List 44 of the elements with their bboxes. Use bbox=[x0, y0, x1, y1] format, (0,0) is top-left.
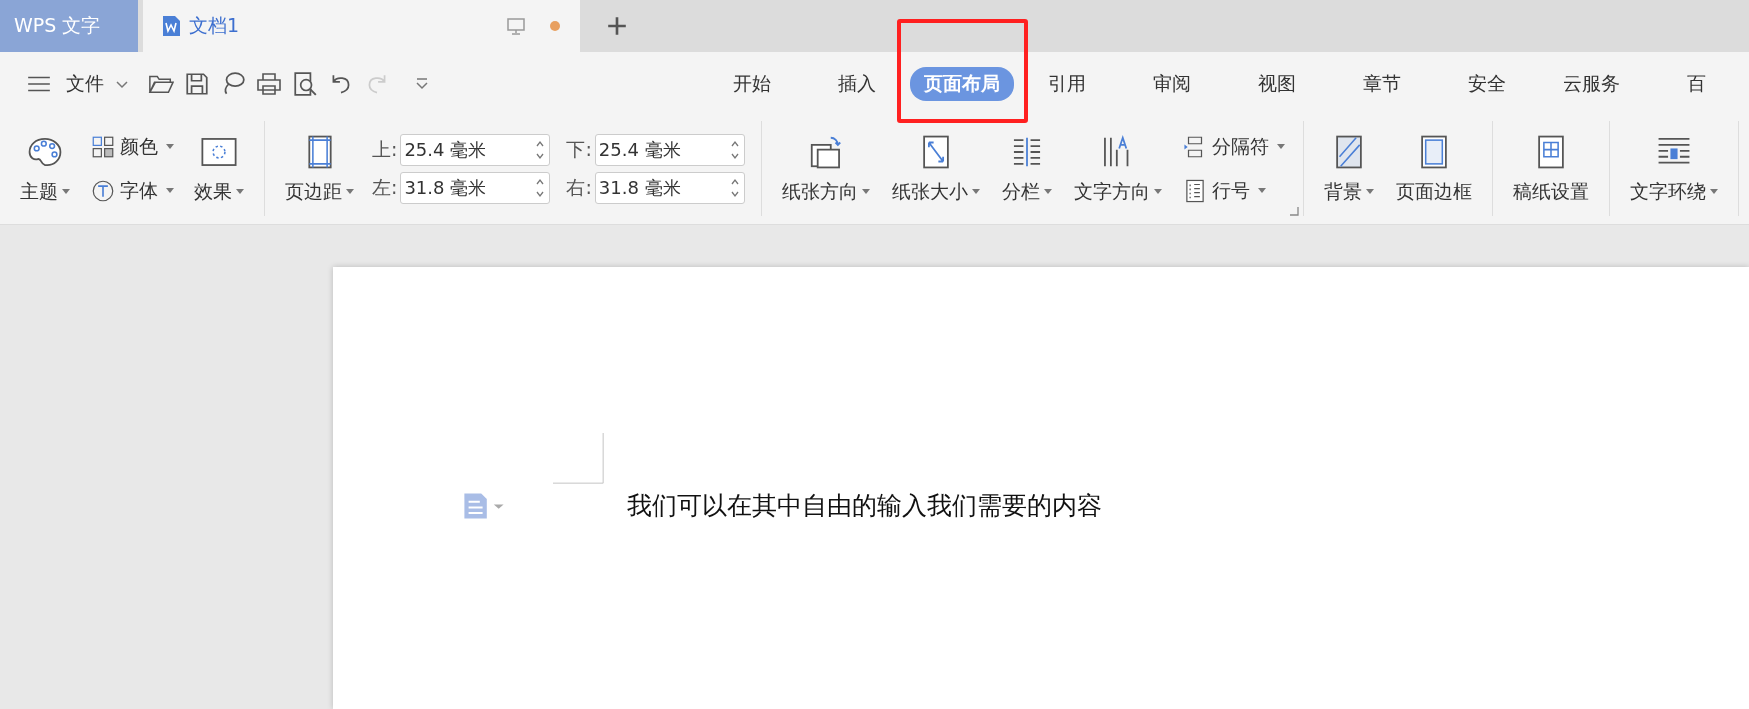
ribbon-tab[interactable]: 审阅 bbox=[1138, 66, 1205, 101]
margin-input[interactable]: 31.8 毫米 bbox=[594, 171, 745, 204]
ribbon-button[interactable]: 颜色 bbox=[88, 131, 176, 162]
ribbon-button[interactable]: 主题 bbox=[16, 128, 74, 209]
ribbon-button[interactable]: 背景 bbox=[1319, 128, 1378, 209]
margin-label: 下: bbox=[566, 136, 592, 162]
dialog-launcher-icon[interactable] bbox=[1288, 206, 1299, 216]
ribbon-tab[interactable]: 视图 bbox=[1243, 66, 1310, 101]
ribbon-tab[interactable]: 百 bbox=[1673, 66, 1720, 101]
ribbon-button[interactable]: 分栏 bbox=[997, 128, 1056, 209]
ribbon-button[interactable]: 稿纸设置 bbox=[1508, 128, 1593, 209]
print-icon[interactable] bbox=[256, 70, 282, 97]
customize-caret-icon[interactable] bbox=[414, 75, 430, 92]
ribbon-button[interactable]: 页面边框 bbox=[1391, 128, 1476, 209]
ribbon-button[interactable]: 文字环绕 bbox=[1625, 128, 1722, 209]
ribbon-tab[interactable]: 云服务 bbox=[1549, 66, 1634, 101]
save-icon[interactable] bbox=[184, 70, 210, 97]
document-icon bbox=[161, 15, 181, 37]
ribbon-tab[interactable]: 开始 bbox=[718, 66, 785, 101]
ribbon-button[interactable]: 纸张大小 bbox=[887, 128, 984, 209]
print-preview-icon[interactable] bbox=[292, 70, 318, 97]
ribbon-tab[interactable]: 安全 bbox=[1453, 66, 1520, 101]
ribbon-button[interactable]: 分隔符 bbox=[1179, 131, 1287, 162]
margin-label: 左: bbox=[372, 174, 398, 200]
document-text: 我们可以在其中自由的输入我们需要的内容 bbox=[627, 490, 1102, 522]
margin-input[interactable]: 31.8 毫米 bbox=[400, 171, 551, 204]
margin-input[interactable]: 25.4 毫米 bbox=[400, 133, 551, 166]
ribbon-tab[interactable]: 章节 bbox=[1348, 66, 1415, 101]
ribbon-button[interactable]: 文字方向 bbox=[1069, 128, 1166, 209]
ribbon-button[interactable]: 页边距 bbox=[281, 128, 358, 209]
new-tab-icon[interactable] bbox=[606, 15, 628, 37]
ribbon-button[interactable]: 字体 bbox=[88, 175, 176, 206]
ribbon-button[interactable]: 行号 bbox=[1179, 175, 1287, 206]
file-menu-button[interactable]: 文件 bbox=[62, 68, 114, 99]
margin-label: 右: bbox=[566, 174, 592, 200]
document-tab[interactable]: 文档1 bbox=[143, 0, 580, 52]
ribbon-button[interactable]: 纸张方向 bbox=[777, 128, 874, 209]
margin-label: 上: bbox=[372, 136, 398, 162]
ribbon-button[interactable]: 效果 bbox=[190, 128, 248, 209]
document-tab-title: 文档1 bbox=[189, 13, 241, 38]
ribbon-tab[interactable]: 插入 bbox=[823, 66, 890, 101]
ribbon-tab[interactable]: 引用 bbox=[1033, 66, 1100, 101]
margin-input[interactable]: 25.4 毫米 bbox=[594, 133, 745, 166]
margin-corner-mark bbox=[553, 433, 604, 484]
